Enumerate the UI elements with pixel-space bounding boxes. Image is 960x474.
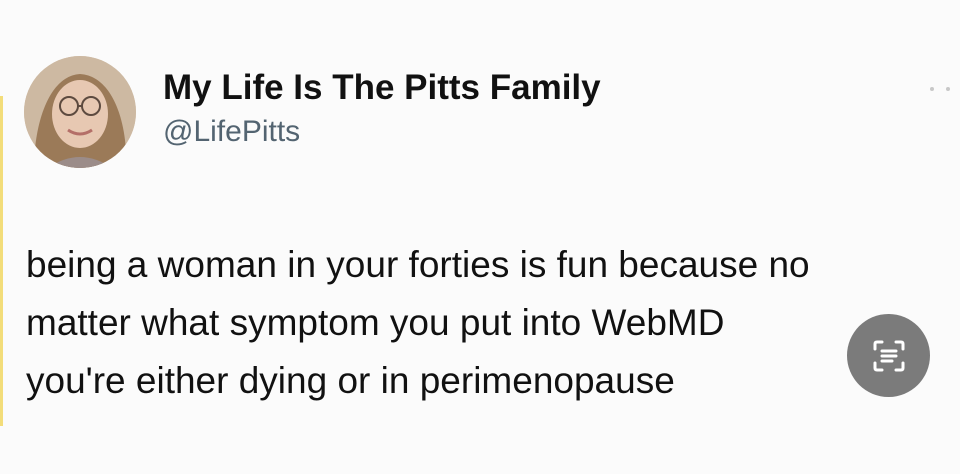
profile-photo: [24, 56, 136, 168]
more-dot-2: [946, 87, 950, 91]
display-name[interactable]: My Life Is The Pitts Family: [163, 66, 601, 110]
tweet-card: My Life Is The Pitts Family @LifePitts b…: [0, 0, 960, 474]
more-dot-1: [930, 87, 934, 91]
text-scan-button[interactable]: [847, 314, 930, 397]
more-dots-icon[interactable]: [930, 84, 950, 94]
tweet-text-line-3: you're either dying or in perimenopause: [26, 360, 675, 401]
left-accent-bar: [0, 96, 3, 426]
text-scan-icon: [873, 340, 904, 371]
user-handle[interactable]: @LifePitts: [163, 112, 300, 152]
tweet-text-line-1: being a woman in your forties is fun bec…: [26, 244, 810, 285]
tweet-text: being a woman in your forties is fun bec…: [26, 236, 956, 410]
avatar[interactable]: [24, 56, 136, 168]
tweet-text-line-2: matter what symptom you put into WebMD: [26, 302, 725, 343]
